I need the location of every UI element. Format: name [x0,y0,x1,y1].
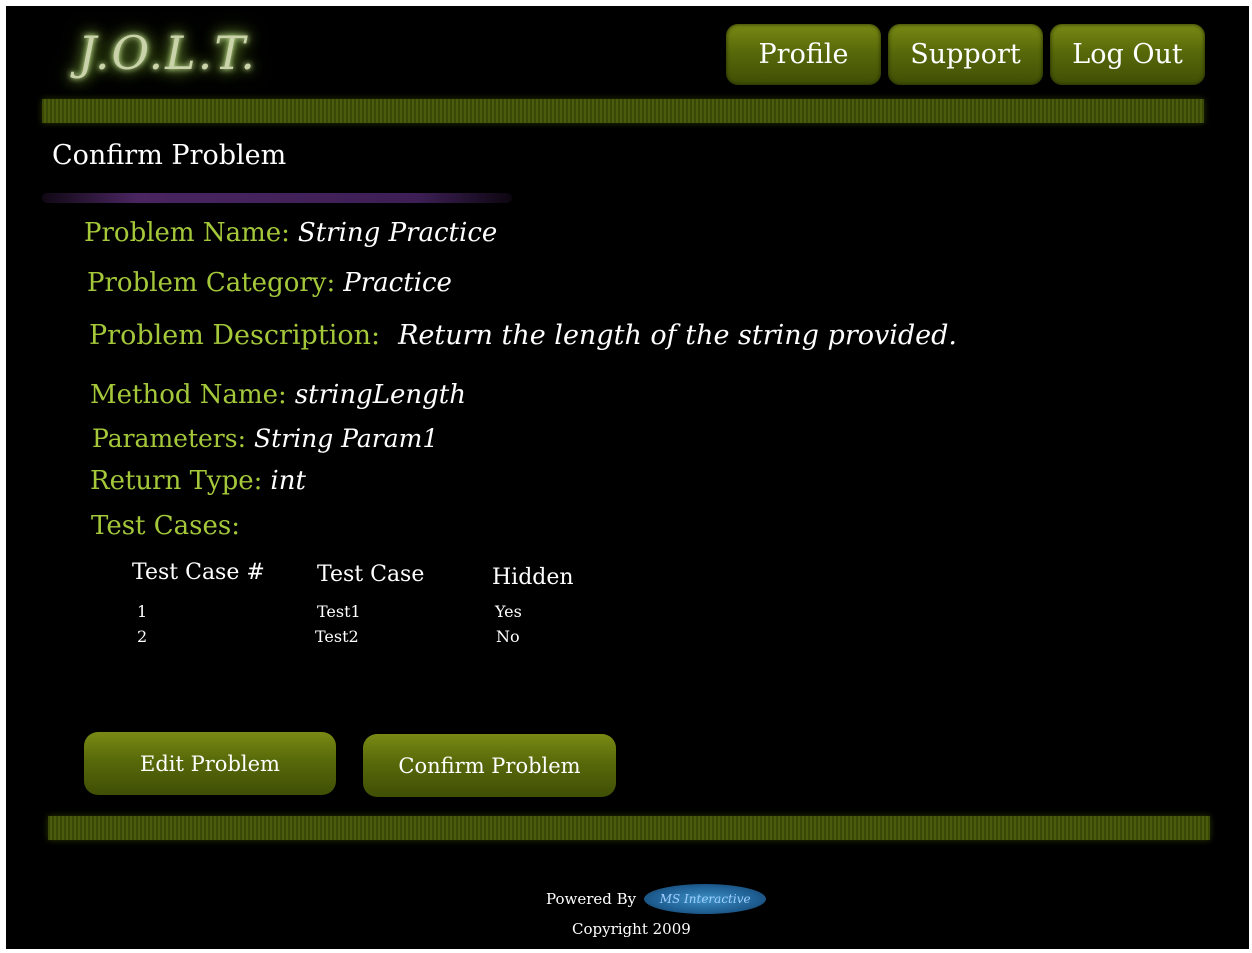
parameters-row: Parameters: String Param1 [92,424,438,453]
jolt-logo[interactable]: J.O.L.T. [78,26,257,80]
method-name-row: Method Name: stringLength [90,380,466,410]
copyright: Copyright 2009 [572,920,691,938]
return-type-value: int [270,466,306,496]
logout-button[interactable]: Log Out [1050,24,1205,85]
problem-description-row: Problem Description: Return the length of… [89,320,957,351]
test-cases-label: Test Cases: [91,511,240,541]
header-divider [42,99,1204,123]
powered-by: Powered By MS Interactive [546,884,767,914]
method-name-label: Method Name: [90,380,287,410]
problem-name-label: Problem Name: [84,218,290,248]
footer-divider [48,816,1210,840]
problem-name-value: String Practice [297,218,498,248]
confirm-problem-button[interactable]: Confirm Problem [363,734,616,797]
table-cell: 1 [137,602,148,621]
profile-button[interactable]: Profile [726,24,881,85]
return-type-label: Return Type: [90,466,263,496]
problem-category-row: Problem Category: Practice [87,268,452,298]
parameters-value: String Param1 [254,424,439,453]
app-frame: J.O.L.T. Profile Support Log Out Confirm… [6,6,1249,949]
title-underline [42,193,512,203]
col-header-test-case-number: Test Case # [132,560,265,585]
col-header-test-case: Test Case [317,562,425,587]
ms-interactive-logo[interactable]: MS Interactive [644,884,767,914]
problem-category-label: Problem Category: [87,268,336,298]
page-title: Confirm Problem [52,140,287,171]
col-header-hidden: Hidden [492,565,574,590]
problem-description-label: Problem Description: [89,320,381,351]
problem-category-value: Practice [343,268,452,298]
test-cases-row: Test Cases: [91,511,240,541]
parameters-label: Parameters: [92,424,247,453]
table-cell: Test1 [317,602,361,621]
table-cell: Test2 [315,627,359,646]
support-button[interactable]: Support [888,24,1043,85]
table-cell: Yes [495,602,522,621]
problem-description-value: Return the length of the string provided… [398,320,958,351]
powered-by-label: Powered By [546,890,637,908]
table-cell: 2 [137,627,148,646]
method-name-value: stringLength [294,380,466,410]
problem-name-row: Problem Name: String Practice [84,218,497,248]
table-cell: No [496,627,520,646]
return-type-row: Return Type: int [90,466,306,496]
edit-problem-button[interactable]: Edit Problem [84,732,336,795]
